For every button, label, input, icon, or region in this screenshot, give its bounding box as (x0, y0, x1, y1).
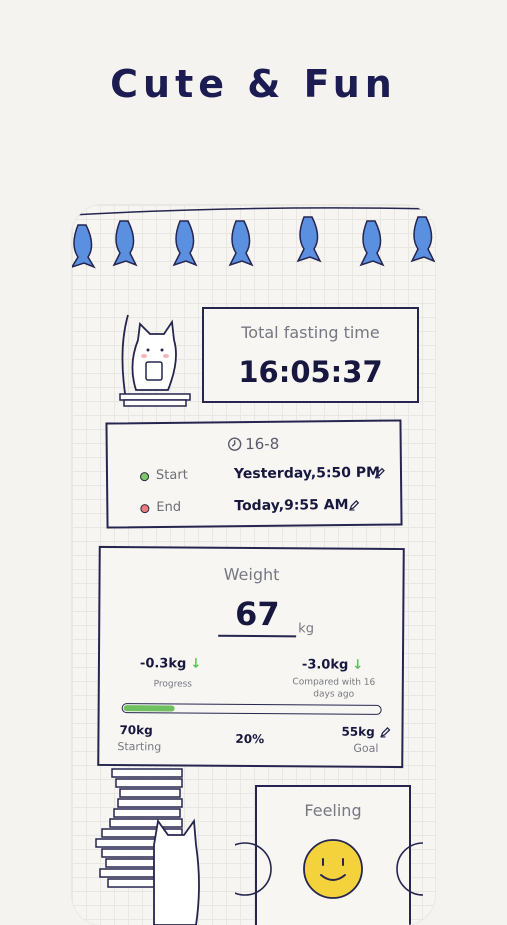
phone-screen: Total fasting time 16:05:37 16-8 Start Y… (72, 205, 435, 925)
weight-title: Weight (223, 564, 280, 585)
prev-mood-icon[interactable] (235, 839, 275, 899)
goal-weight-value[interactable]: 55kg (341, 725, 374, 739)
goal-label: Goal (353, 741, 379, 755)
current-weight-value[interactable]: 67 (218, 594, 297, 638)
book-stack-illustration (95, 768, 200, 925)
starting-label: Starting (117, 740, 162, 754)
start-time-value[interactable]: Yesterday,5:50 PM (234, 465, 380, 483)
edit-goal-icon[interactable] (379, 726, 391, 738)
smiley-face-icon[interactable] (301, 837, 365, 901)
fasting-schedule-card[interactable]: 16-8 Start Yesterday,5:50 PM End Today,9… (105, 419, 403, 529)
down-arrow-icon: ↓ (352, 657, 364, 673)
feeling-title: Feeling (304, 801, 362, 820)
weight-card[interactable]: Weight 67 kg -0.3kg ↓ Progress -3.0kg ↓ Co… (97, 545, 405, 769)
compare-label: Compared with 16 days ago (292, 677, 376, 700)
start-label: Start (155, 467, 188, 484)
headline: Cute & Fun (110, 62, 397, 106)
fasting-timer: 16:05:37 (238, 355, 383, 389)
weight-unit: kg (298, 621, 315, 637)
feeling-card[interactable]: Feeling (235, 785, 423, 925)
progress-value: -0.3kg (139, 656, 187, 672)
compare-value: -3.0kg (301, 657, 349, 673)
end-label: End (156, 499, 182, 516)
weight-progress-bar (121, 703, 382, 715)
end-dot-icon (140, 504, 150, 514)
fasting-time-card: Total fasting time 16:05:37 (202, 307, 419, 403)
end-time-value[interactable]: Today,9:55 AM (234, 497, 348, 514)
clock-icon (228, 437, 242, 451)
edit-start-icon[interactable] (374, 467, 386, 479)
next-mood-icon[interactable] (393, 839, 423, 899)
progress-percent: 20% (235, 731, 265, 747)
down-arrow-icon: ↓ (190, 656, 202, 672)
compare-stat: -3.0kg ↓ (302, 657, 363, 672)
weight-progress-fill (123, 705, 175, 712)
cat-reading-illustration (119, 314, 191, 407)
fasting-plan[interactable]: 16-8 (108, 433, 400, 454)
progress-label: Progress (153, 679, 193, 690)
fasting-title: Total fasting time (241, 323, 380, 342)
progress-stat: -0.3kg ↓ (140, 656, 201, 671)
starting-weight-value: 70kg (119, 723, 153, 738)
edit-end-icon[interactable] (348, 499, 360, 511)
fish-garland-illustration (72, 207, 435, 269)
start-dot-icon (139, 472, 150, 482)
fasting-plan-label: 16-8 (245, 434, 280, 454)
